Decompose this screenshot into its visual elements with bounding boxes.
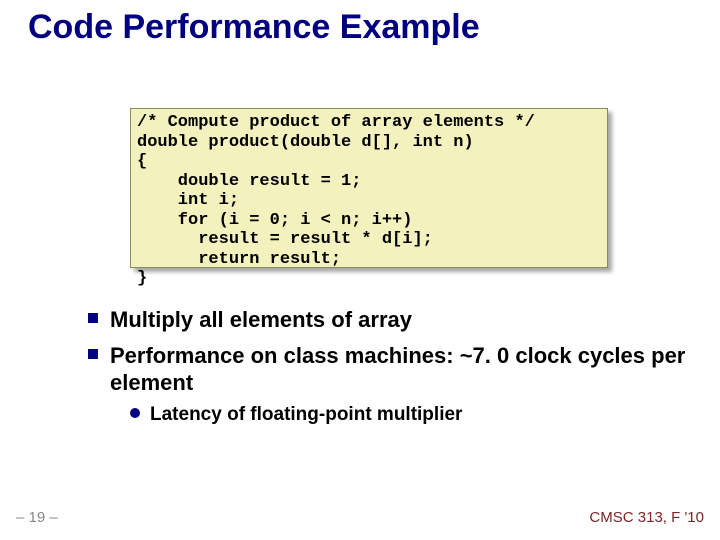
slide-title: Code Performance Example (28, 8, 480, 47)
bullet-list: Multiply all elements of array Performan… (88, 298, 690, 426)
code-snippet: /* Compute product of array elements */ … (130, 108, 608, 268)
slide: Code Performance Example /* Compute prod… (0, 0, 720, 540)
bullet-item: Multiply all elements of array (88, 306, 690, 334)
course-footer: CMSC 313, F '10 (589, 509, 704, 526)
page-number: – 19 – (16, 509, 58, 526)
bullet-item: Performance on class machines: ~7. 0 clo… (88, 342, 690, 397)
sub-bullet-item: Latency of floating-point multiplier (130, 403, 690, 427)
